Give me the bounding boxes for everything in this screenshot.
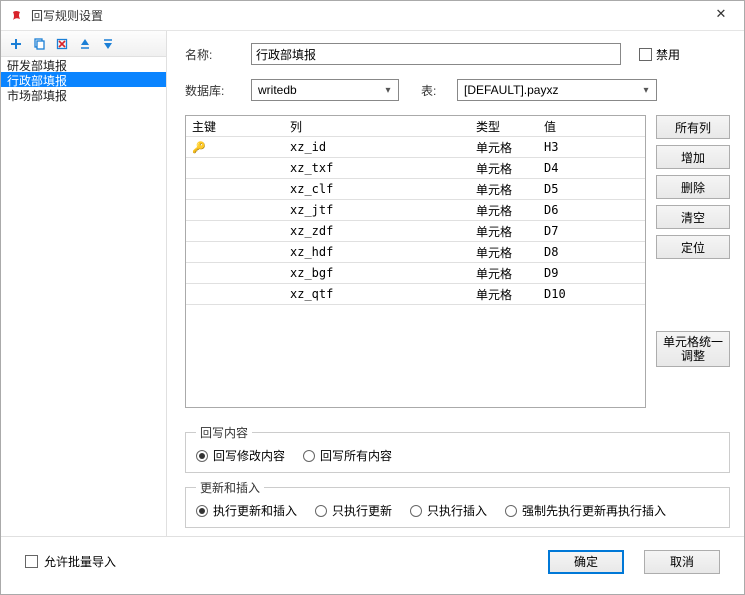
radio-insert-only[interactable]: 只执行插入: [410, 502, 487, 519]
database-select[interactable]: writedb ▾: [251, 79, 399, 101]
bulk-import-label: 允许批量导入: [44, 553, 116, 570]
table-row[interactable]: xz_jtf单元格D6: [186, 200, 645, 221]
chevron-down-icon: ▾: [638, 85, 654, 96]
table-header: 主键 列 类型 值: [186, 116, 645, 137]
name-input[interactable]: [251, 43, 621, 65]
database-label: 数据库:: [185, 82, 241, 99]
list-item[interactable]: 研发部填报: [1, 57, 166, 72]
table-select[interactable]: [DEFAULT].payxz ▾: [457, 79, 657, 101]
radio-update-only[interactable]: 只执行更新: [315, 502, 392, 519]
app-logo-icon: [9, 8, 25, 24]
list-item[interactable]: 市场部填报: [1, 87, 166, 102]
table-row[interactable]: xz_bgf单元格D9: [186, 263, 645, 284]
table-row[interactable]: xz_txf单元格D4: [186, 158, 645, 179]
all-columns-button[interactable]: 所有列: [656, 115, 730, 139]
radio-update-insert[interactable]: 执行更新和插入: [196, 502, 297, 519]
chevron-down-icon: ▾: [380, 85, 396, 96]
columns-table: 主键 列 类型 值 🔑xz_id单元格H3 xz_txf单元格D4 xz_clf…: [185, 115, 646, 408]
dialog-footer: 允许批量导入 确定 取消: [1, 536, 744, 586]
table-row[interactable]: xz_zdf单元格D7: [186, 221, 645, 242]
table-row[interactable]: xz_hdf单元格D8: [186, 242, 645, 263]
ok-button[interactable]: 确定: [548, 550, 624, 574]
list-item[interactable]: 行政部填报: [1, 72, 166, 87]
table-row[interactable]: 🔑xz_id单元格H3: [186, 137, 645, 158]
locate-button[interactable]: 定位: [656, 235, 730, 259]
radio-write-all[interactable]: 回写所有内容: [303, 447, 392, 464]
copy-icon[interactable]: [28, 33, 50, 55]
main-area: 研发部填报 行政部填报 市场部填报 名称: 禁用 数据库: writedb ▾ …: [1, 31, 744, 536]
bulk-import-checkbox[interactable]: [25, 555, 38, 568]
cancel-button[interactable]: 取消: [644, 550, 720, 574]
delete-row-button[interactable]: 删除: [656, 175, 730, 199]
left-panel: 研发部填报 行政部填报 市场部填报: [1, 31, 167, 536]
name-label: 名称:: [185, 46, 241, 63]
updateinsert-fieldset: 更新和插入 执行更新和插入 只执行更新 只执行插入 强制先执行更新再执行插入: [185, 479, 730, 528]
delete-icon[interactable]: [51, 33, 73, 55]
left-toolbar: [1, 31, 166, 57]
clear-button[interactable]: 清空: [656, 205, 730, 229]
close-button[interactable]: ✕: [706, 6, 736, 26]
rule-list: 研发部填报 行政部填报 市场部填报: [1, 57, 166, 536]
table-row[interactable]: xz_clf单元格D5: [186, 179, 645, 200]
add-row-button[interactable]: 增加: [656, 145, 730, 169]
table-label: 表:: [421, 82, 447, 99]
radio-write-modified[interactable]: 回写修改内容: [196, 447, 285, 464]
move-down-icon[interactable]: [97, 33, 119, 55]
uniform-adjust-button[interactable]: 单元格统一 调整: [656, 331, 730, 367]
table-side-buttons: 所有列 增加 删除 清空 定位 单元格统一 调整: [656, 115, 730, 408]
table-row[interactable]: xz_qtf单元格D10: [186, 284, 645, 305]
right-panel: 名称: 禁用 数据库: writedb ▾ 表: [DEFAULT].payxz…: [167, 31, 744, 536]
move-up-icon[interactable]: [74, 33, 96, 55]
add-icon[interactable]: [5, 33, 27, 55]
disable-label: 禁用: [656, 46, 680, 63]
dialog-title: 回写规则设置: [31, 7, 706, 24]
disable-checkbox[interactable]: [639, 48, 652, 61]
key-icon: 🔑: [192, 141, 206, 154]
writeback-fieldset: 回写内容 回写修改内容 回写所有内容: [185, 424, 730, 473]
radio-force-update-then-insert[interactable]: 强制先执行更新再执行插入: [505, 502, 666, 519]
title-bar: 回写规则设置 ✕: [1, 1, 744, 31]
